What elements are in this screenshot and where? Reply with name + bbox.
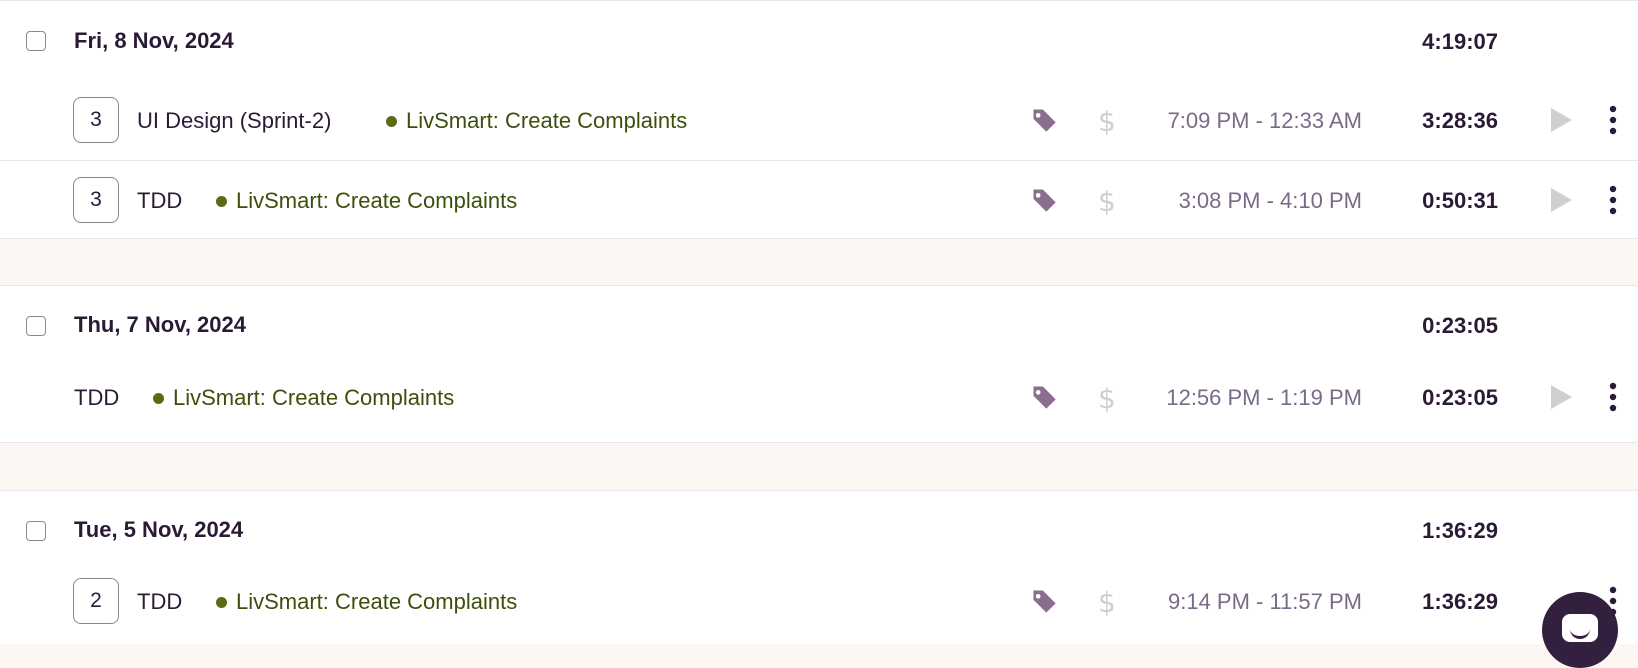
entry-time-range[interactable]: 3:08 PM - 4:10 PM xyxy=(1179,188,1362,214)
dollar-icon[interactable]: $ xyxy=(1098,586,1116,619)
entry-group-count[interactable]: 3 xyxy=(73,97,119,143)
time-entry[interactable]: 3 TDD LivSmart: Create Complaints $ 3:08… xyxy=(0,160,1638,240)
day-date: Fri, 8 Nov, 2024 xyxy=(74,28,234,53)
entry-duration[interactable]: 0:23:05 xyxy=(1422,385,1498,411)
tag-icon[interactable] xyxy=(1030,587,1058,615)
project-color-dot xyxy=(153,393,164,404)
day-total-duration: 0:23:05 xyxy=(1422,313,1498,338)
day-group: Tue, 5 Nov, 2024 1:36:29 2 TDD LivSmart:… xyxy=(0,490,1638,644)
time-entry[interactable]: 3 UI Design (Sprint-2) LivSmart: Create … xyxy=(0,81,1638,160)
entry-duration[interactable]: 0:50:31 xyxy=(1422,188,1498,214)
dollar-icon[interactable]: $ xyxy=(1098,105,1116,138)
day-select-checkbox[interactable] xyxy=(26,521,46,541)
day-group: Fri, 8 Nov, 2024 4:19:07 3 UI Design (Sp… xyxy=(0,0,1638,239)
entry-project[interactable]: LivSmart: Create Complaints xyxy=(236,589,517,615)
more-vertical-icon[interactable] xyxy=(1605,105,1621,135)
entry-description[interactable]: UI Design (Sprint-2) xyxy=(137,108,331,134)
entry-description[interactable]: TDD xyxy=(137,188,182,214)
play-icon[interactable] xyxy=(1548,106,1574,134)
day-date: Thu, 7 Nov, 2024 xyxy=(74,312,246,337)
day-total-duration: 4:19:07 xyxy=(1422,29,1498,54)
tag-icon[interactable] xyxy=(1030,186,1058,214)
project-color-dot xyxy=(216,196,227,207)
day-header: Thu, 7 Nov, 2024 0:23:05 xyxy=(0,286,1638,366)
entry-group-count[interactable]: 2 xyxy=(73,578,119,624)
entry-description[interactable]: TDD xyxy=(137,589,182,615)
play-icon[interactable] xyxy=(1548,383,1574,411)
day-total-duration: 1:36:29 xyxy=(1422,518,1498,543)
tag-icon[interactable] xyxy=(1030,383,1058,411)
day-group: Thu, 7 Nov, 2024 0:23:05 TDD LivSmart: C… xyxy=(0,285,1638,443)
day-select-checkbox[interactable] xyxy=(26,31,46,51)
time-entry[interactable]: TDD LivSmart: Create Complaints $ 12:56 … xyxy=(0,366,1638,441)
entry-duration[interactable]: 3:28:36 xyxy=(1422,108,1498,134)
more-vertical-icon[interactable] xyxy=(1605,185,1621,215)
day-header: Fri, 8 Nov, 2024 4:19:07 xyxy=(0,1,1638,81)
entry-project[interactable]: LivSmart: Create Complaints xyxy=(236,188,517,214)
entry-project[interactable]: LivSmart: Create Complaints xyxy=(406,108,687,134)
more-vertical-icon[interactable] xyxy=(1605,382,1621,412)
entry-time-range[interactable]: 7:09 PM - 12:33 AM xyxy=(1168,108,1362,134)
dollar-icon[interactable]: $ xyxy=(1098,382,1116,415)
tag-icon[interactable] xyxy=(1030,106,1058,134)
entry-project[interactable]: LivSmart: Create Complaints xyxy=(173,385,454,411)
entry-duration[interactable]: 1:36:29 xyxy=(1422,589,1498,615)
project-color-dot xyxy=(386,116,397,127)
entry-group-count[interactable]: 3 xyxy=(73,177,119,223)
play-icon[interactable] xyxy=(1548,186,1574,214)
entry-description[interactable]: TDD xyxy=(74,385,119,411)
project-color-dot xyxy=(216,597,227,608)
day-header: Tue, 5 Nov, 2024 1:36:29 xyxy=(0,491,1638,571)
day-select-checkbox[interactable] xyxy=(26,316,46,336)
entry-time-range[interactable]: 9:14 PM - 11:57 PM xyxy=(1168,589,1362,615)
time-entry[interactable]: 2 TDD LivSmart: Create Complaints $ 9:14… xyxy=(0,571,1638,644)
entry-time-range[interactable]: 12:56 PM - 1:19 PM xyxy=(1166,385,1362,411)
day-date: Tue, 5 Nov, 2024 xyxy=(74,517,244,542)
dollar-icon[interactable]: $ xyxy=(1098,185,1116,218)
